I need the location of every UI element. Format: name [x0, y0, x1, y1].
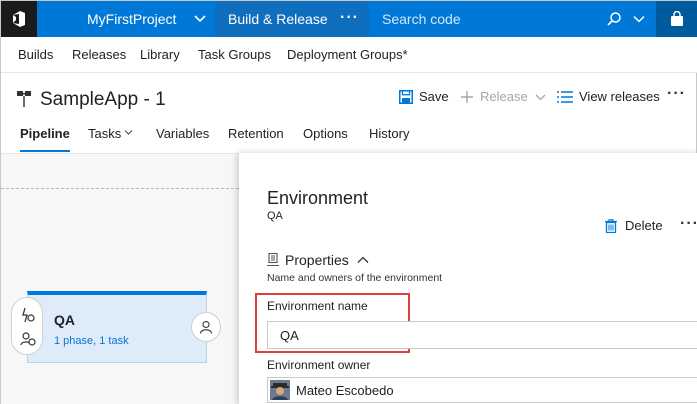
pre-deployment-conditions[interactable] [11, 297, 43, 355]
vsts-logo-icon[interactable] [1, 1, 37, 37]
view-releases-label: View releases [579, 89, 660, 104]
environment-name-label: Environment name [267, 299, 368, 313]
environment-owner-picker[interactable]: Mateo Escobedo [267, 377, 697, 403]
subnav-task-groups[interactable]: Task Groups [198, 37, 271, 73]
tab-retention[interactable]: Retention [228, 124, 284, 152]
delete-label: Delete [625, 218, 663, 233]
save-label: Save [419, 89, 449, 104]
environment-name-input[interactable] [267, 321, 697, 349]
delete-environment-button[interactable]: Delete [605, 217, 663, 235]
environment-card[interactable]: QA 1 phase, 1 task [27, 291, 207, 363]
tab-variables[interactable]: Variables [156, 124, 209, 152]
tab-history[interactable]: History [369, 124, 409, 152]
chevron-up-icon [357, 256, 369, 263]
properties-heading: Properties [285, 252, 349, 268]
trigger-icon[interactable] [20, 307, 36, 323]
search-box[interactable] [369, 1, 656, 37]
chevron-down-icon[interactable] [633, 13, 645, 25]
avatar [270, 380, 290, 400]
subnav-library[interactable]: Library [140, 37, 180, 73]
owner-name: Mateo Escobedo [296, 382, 394, 398]
subnav-releases[interactable]: Releases [72, 37, 126, 73]
page-title: SampleApp - 1 [40, 89, 166, 110]
release-label: Release [480, 89, 528, 104]
properties-icon [267, 253, 279, 267]
tab-options[interactable]: Options [303, 124, 348, 152]
environment-owner-label: Environment owner [267, 358, 371, 372]
more-actions-button[interactable]: ··· [667, 85, 686, 103]
properties-section-toggle[interactable]: Properties [267, 251, 375, 269]
panel-title: Environment [267, 188, 369, 208]
save-button[interactable]: Save [399, 87, 449, 107]
release-button[interactable]: Release [460, 87, 546, 107]
hub-build-release[interactable]: Build & Release ··· [215, 1, 369, 37]
chevron-down-icon [124, 130, 133, 135]
subnav-builds[interactable]: Builds [18, 37, 53, 73]
panel-subtitle: QA [267, 210, 283, 222]
trash-icon [605, 219, 617, 233]
properties-description: Name and owners of the environment [267, 272, 443, 284]
view-releases-button[interactable]: View releases [557, 87, 660, 107]
search-icon[interactable] [606, 11, 622, 27]
tab-pipeline[interactable]: Pipeline [20, 124, 70, 152]
subnav-deployment-groups[interactable]: Deployment Groups* [287, 37, 408, 73]
panel-more-button[interactable]: ··· [680, 215, 697, 233]
search-input[interactable] [369, 1, 599, 37]
environment-panel: Environment QA Delete ··· Properties Nam… [239, 153, 697, 404]
tab-tasks[interactable]: Tasks [88, 124, 133, 152]
chevron-down-icon[interactable] [193, 12, 207, 26]
release-definition-icon [17, 91, 31, 107]
plus-icon [461, 91, 473, 103]
artifact-divider [1, 188, 239, 189]
marketplace-bag-icon[interactable] [656, 1, 697, 37]
top-bar: MyFirstProject Build & Release ··· [1, 1, 697, 37]
project-selector[interactable]: MyFirstProject [87, 1, 176, 37]
environment-card-name: QA [54, 312, 75, 328]
tab-tasks-label: Tasks [88, 126, 122, 141]
approver-icon[interactable] [20, 331, 36, 347]
sub-navigation: Builds Releases Library Task Groups Depl… [1, 37, 697, 73]
save-icon [399, 90, 413, 104]
chevron-down-icon [535, 94, 546, 100]
list-icon [557, 91, 573, 103]
environment-card-summary[interactable]: 1 phase, 1 task [54, 335, 129, 347]
post-deployment-approvers-button[interactable] [191, 312, 221, 342]
person-icon [199, 320, 213, 334]
hub-label[interactable]: Build & Release [228, 1, 328, 37]
hub-more-button[interactable]: ··· [340, 1, 359, 35]
